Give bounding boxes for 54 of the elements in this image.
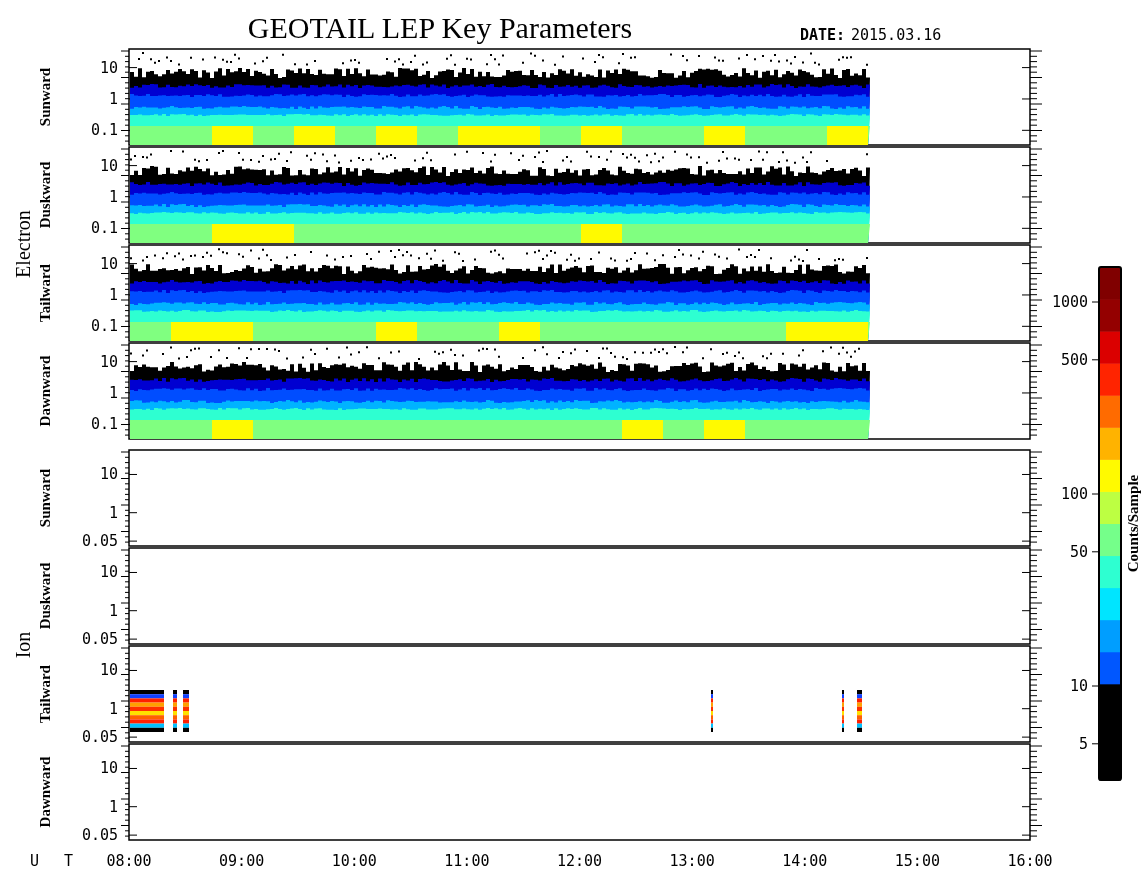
panel-label: Duskward <box>37 161 53 229</box>
panel-label: Tailward <box>37 665 53 723</box>
axis-label: 0.05 <box>81 826 118 845</box>
axis-label: 1 <box>108 285 118 304</box>
date-label: DATE: <box>800 26 846 44</box>
panel-label: Duskward <box>37 562 53 630</box>
scale-label: 500 <box>1060 350 1088 369</box>
axis-title: U T <box>30 852 82 870</box>
axis-label: 10 <box>99 563 118 582</box>
axis-label: 1 <box>108 89 118 108</box>
time-label: 13:00 <box>669 852 715 870</box>
scale-label: 1000 <box>1051 293 1088 311</box>
chart-title: GEOTAIL LEP Key Parameters <box>247 11 633 44</box>
time-label: 11:00 <box>444 852 490 870</box>
axis-label: 0.05 <box>81 532 118 551</box>
axis-label: 0.1 <box>90 121 118 140</box>
group-label: Electron <box>12 210 34 278</box>
date-value: 2015.03.16 <box>851 26 942 44</box>
scale-label: 50 <box>1069 542 1088 561</box>
time-label: 10:00 <box>331 852 377 870</box>
axis-label: 1 <box>108 699 118 718</box>
time-label: 14:00 <box>782 852 828 870</box>
panel-label: Tailward <box>37 264 53 322</box>
panel-label: Sunward <box>37 67 53 127</box>
axis-label: 0.05 <box>81 728 118 747</box>
axis-label: 10 <box>99 58 118 77</box>
axis-label: 0.1 <box>90 415 118 434</box>
scale-title: Counts/Sample <box>1125 474 1141 573</box>
axis-label: 10 <box>99 759 118 778</box>
axis-label: 10 <box>99 254 118 273</box>
axis-label: 0.1 <box>90 219 118 238</box>
axis-label: 10 <box>99 156 118 175</box>
panel-label: Dawnward <box>37 756 53 828</box>
panel-label: Sunward <box>37 468 53 528</box>
axis-label: 1 <box>108 503 118 522</box>
group-label: Ion <box>12 631 34 659</box>
scale-label: 5 <box>1078 734 1088 753</box>
axis-label: 10 <box>99 661 118 680</box>
scale-label: 10 <box>1069 677 1088 695</box>
time-label: 09:00 <box>219 852 265 870</box>
panel-label: Dawnward <box>37 355 53 427</box>
time-label: 16:00 <box>1007 852 1053 870</box>
time-label: 08:00 <box>106 852 152 870</box>
time-label: 12:00 <box>556 852 603 870</box>
axis-label: 1 <box>108 601 118 620</box>
axis-label: 1 <box>108 187 118 206</box>
axis-label: 10 <box>99 352 118 371</box>
axis-label: 1 <box>108 797 118 816</box>
axis-label: 0.1 <box>90 317 118 336</box>
axis-label: 1 <box>108 383 118 402</box>
axis-label: 0.05 <box>81 630 118 649</box>
axis-label: 10 <box>99 465 118 484</box>
scale-label: 100 <box>1060 485 1088 503</box>
time-label: 15:00 <box>894 852 940 870</box>
